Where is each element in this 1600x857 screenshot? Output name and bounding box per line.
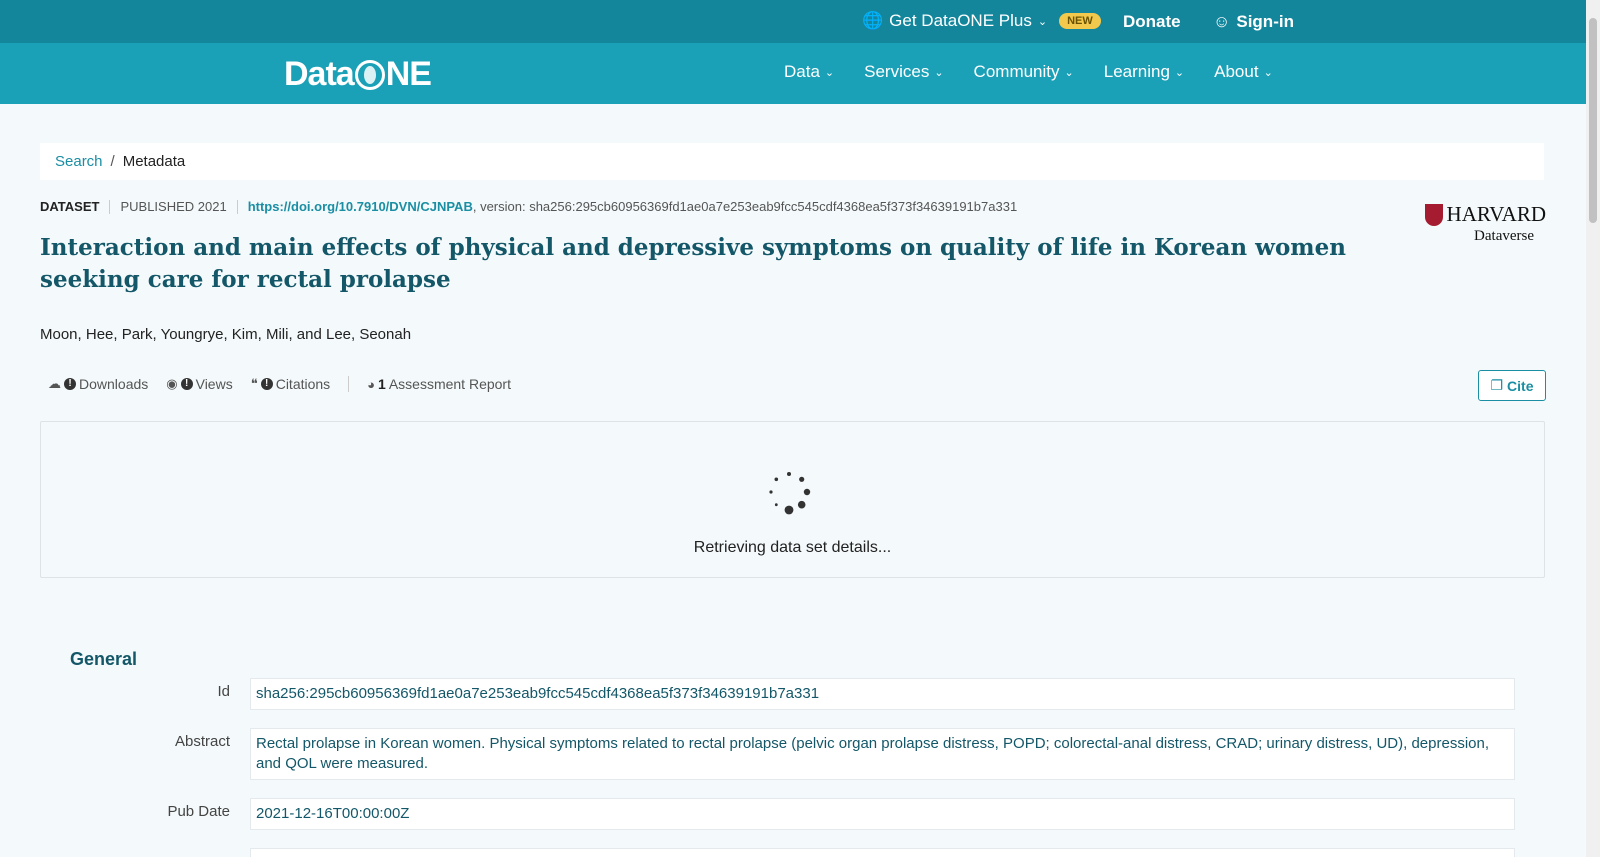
logo-text-data: Data bbox=[284, 55, 355, 93]
cite-button[interactable]: ❐ Cite bbox=[1478, 370, 1546, 401]
downloads-label: Downloads bbox=[79, 376, 149, 392]
harvard-shield-icon bbox=[1424, 203, 1443, 226]
harvard-wordmark: HARVARD bbox=[1420, 202, 1546, 227]
dataset-authors: Moon, Hee, Park, Youngrye, Kim, Mili, an… bbox=[40, 326, 412, 343]
cite-label: Cite bbox=[1507, 377, 1534, 394]
main-navbar: Data NE Data ⌄ Services ⌄ Community ⌄ Learn… bbox=[0, 43, 1586, 104]
dataverse-label: Dataverse bbox=[1474, 228, 1534, 244]
user-icon: ☺ bbox=[1213, 12, 1231, 31]
eye-icon: ◉ bbox=[166, 376, 178, 391]
dataset-title: Interaction and main effects of physical… bbox=[40, 234, 1346, 293]
dataset-type: DATASET bbox=[40, 199, 100, 214]
nav-item-learning[interactable]: Learning ⌄ bbox=[1104, 62, 1184, 82]
pubdate-label: Pub Date bbox=[167, 803, 230, 820]
assessment-count: 1 bbox=[378, 376, 386, 392]
nav-label: About bbox=[1214, 62, 1259, 81]
views-metric[interactable]: ◉ ! Views bbox=[166, 376, 232, 392]
pubdate-value: 2021-12-16T00:00:00Z bbox=[250, 798, 1515, 830]
sign-in-link[interactable]: ☺ Sign-in bbox=[1213, 12, 1294, 32]
cloud-download-icon: ☁ bbox=[48, 376, 61, 391]
version-id: , version: sha256:295cb60956369fd1ae0a7e… bbox=[472, 199, 1018, 214]
abstract-label: Abstract bbox=[174, 733, 230, 750]
copy-icon: ❐ bbox=[1490, 377, 1504, 393]
nav-label: Learning bbox=[1103, 62, 1170, 81]
downloads-metric[interactable]: ☁ ! Downloads bbox=[48, 376, 148, 392]
chevron-down-icon: ⌄ bbox=[1037, 15, 1048, 28]
chevron-down-icon: ⌄ bbox=[1064, 66, 1074, 79]
dataset-meta-line: DATASET PUBLISHED 2021 https://doi.org/1… bbox=[40, 199, 1017, 214]
nav-label: Services bbox=[864, 62, 930, 81]
loading-spinner-icon bbox=[769, 472, 811, 515]
chevron-down-icon: ⌄ bbox=[1263, 66, 1273, 79]
nav-item-data[interactable]: Data ⌄ bbox=[784, 62, 834, 82]
gauge-icon: ◕ bbox=[367, 376, 376, 392]
logo-text-ne: NE bbox=[385, 55, 432, 93]
abstract-value: Rectal prolapse in Korean women. Physica… bbox=[250, 728, 1515, 780]
scrollbar-thumb[interactable] bbox=[1589, 18, 1597, 223]
top-utility-bar: 🌐 Get DataONE Plus ⌄ NEW Donate ☺ Sign-i… bbox=[0, 0, 1586, 43]
breadcrumb-separator: / bbox=[110, 153, 115, 170]
general-section-title: General bbox=[70, 649, 138, 669]
new-badge: NEW bbox=[1059, 13, 1101, 29]
nav-item-services[interactable]: Services ⌄ bbox=[864, 62, 943, 82]
quote-icon: ❝ bbox=[250, 376, 258, 391]
get-dataone-plus-menu[interactable]: 🌐 Get DataONE Plus ⌄ NEW bbox=[862, 11, 1101, 31]
doi-link[interactable]: https://doi.org/10.7910/DVN/CJNPAB bbox=[248, 199, 473, 214]
nav-item-community[interactable]: Community ⌄ bbox=[974, 62, 1074, 82]
alert-icon: ! bbox=[180, 378, 193, 390]
citations-metric[interactable]: ❝ ! Citations bbox=[251, 376, 330, 392]
chevron-down-icon: ⌄ bbox=[934, 66, 944, 79]
harvard-label: HARVARD bbox=[1446, 202, 1546, 226]
nav-label: Community bbox=[973, 62, 1060, 81]
harvard-dataverse-logo[interactable]: HARVARD Dataverse bbox=[1420, 202, 1546, 245]
get-dataone-plus-label: Get DataONE Plus bbox=[889, 11, 1032, 30]
globe-icon bbox=[354, 59, 385, 90]
breadcrumb-current: Metadata bbox=[122, 153, 186, 170]
breadcrumb-search-link[interactable]: Search bbox=[55, 153, 103, 170]
page-scrollbar[interactable] bbox=[1586, 0, 1600, 857]
published-year: PUBLISHED 2021 bbox=[120, 199, 227, 214]
metrics-bar: ☁ ! Downloads ◉ ! Views ❝ ! Citations ◕ … bbox=[48, 376, 529, 392]
globe-plus-icon: 🌐 bbox=[862, 11, 884, 30]
divider bbox=[236, 199, 238, 214]
id-value: sha256:295cb60956369fd1ae0a7e253eab9fcc5… bbox=[250, 678, 1515, 710]
divider bbox=[109, 199, 111, 214]
id-label: Id bbox=[217, 683, 230, 700]
sign-in-label: Sign-in bbox=[1236, 12, 1294, 31]
next-field-value bbox=[250, 848, 1515, 857]
donate-link[interactable]: Donate bbox=[1123, 12, 1181, 32]
assessment-label: Assessment Report bbox=[388, 376, 511, 392]
chevron-down-icon: ⌄ bbox=[1174, 66, 1185, 79]
assessment-report-metric[interactable]: ◕ 1 Assessment Report bbox=[367, 376, 511, 392]
nav-item-about[interactable]: About ⌄ bbox=[1214, 62, 1273, 82]
nav-label: Data bbox=[784, 62, 820, 81]
alert-icon: ! bbox=[260, 378, 273, 390]
views-label: Views bbox=[195, 376, 233, 392]
dataone-logo[interactable]: Data NE bbox=[284, 55, 432, 94]
breadcrumb: Search / Metadata bbox=[40, 143, 1544, 180]
chevron-down-icon: ⌄ bbox=[824, 66, 835, 79]
citations-label: Citations bbox=[275, 376, 331, 392]
nav-menu: Data ⌄ Services ⌄ Community ⌄ Learning ⌄ Abo… bbox=[784, 62, 1273, 82]
divider bbox=[348, 376, 350, 392]
loading-message: Retrieving data set details... bbox=[693, 539, 892, 556]
alert-icon: ! bbox=[64, 378, 76, 390]
